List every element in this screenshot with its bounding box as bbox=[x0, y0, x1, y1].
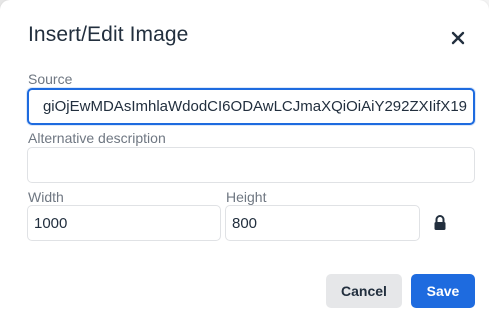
alt-description-label: Alternative description bbox=[28, 130, 166, 146]
alt-description-input[interactable] bbox=[27, 147, 475, 183]
close-icon bbox=[451, 31, 465, 45]
source-input[interactable]: giOjEwMDAsImhlaWdodCI6ODAwLCJmaXQiOiAiY2… bbox=[27, 88, 475, 125]
constrain-proportions-button[interactable] bbox=[433, 215, 447, 231]
height-value: 800 bbox=[232, 214, 258, 232]
width-label: Width bbox=[28, 189, 64, 205]
width-input[interactable]: 1000 bbox=[27, 205, 221, 241]
dialog-title: Insert/Edit Image bbox=[28, 23, 189, 46]
close-button[interactable] bbox=[444, 24, 472, 52]
insert-edit-image-dialog: Insert/Edit Image Source giOjEwMDAsImhla… bbox=[0, 0, 489, 314]
width-value: 1000 bbox=[34, 214, 68, 232]
save-button[interactable]: Save bbox=[411, 274, 475, 308]
source-label: Source bbox=[28, 71, 73, 87]
cancel-button[interactable]: Cancel bbox=[326, 274, 402, 308]
height-label: Height bbox=[226, 189, 267, 205]
lock-icon bbox=[434, 215, 446, 230]
source-input-value: giOjEwMDAsImhlaWdodCI6ODAwLCJmaXQiOiAiY2… bbox=[42, 98, 467, 115]
height-input[interactable]: 800 bbox=[225, 205, 420, 241]
